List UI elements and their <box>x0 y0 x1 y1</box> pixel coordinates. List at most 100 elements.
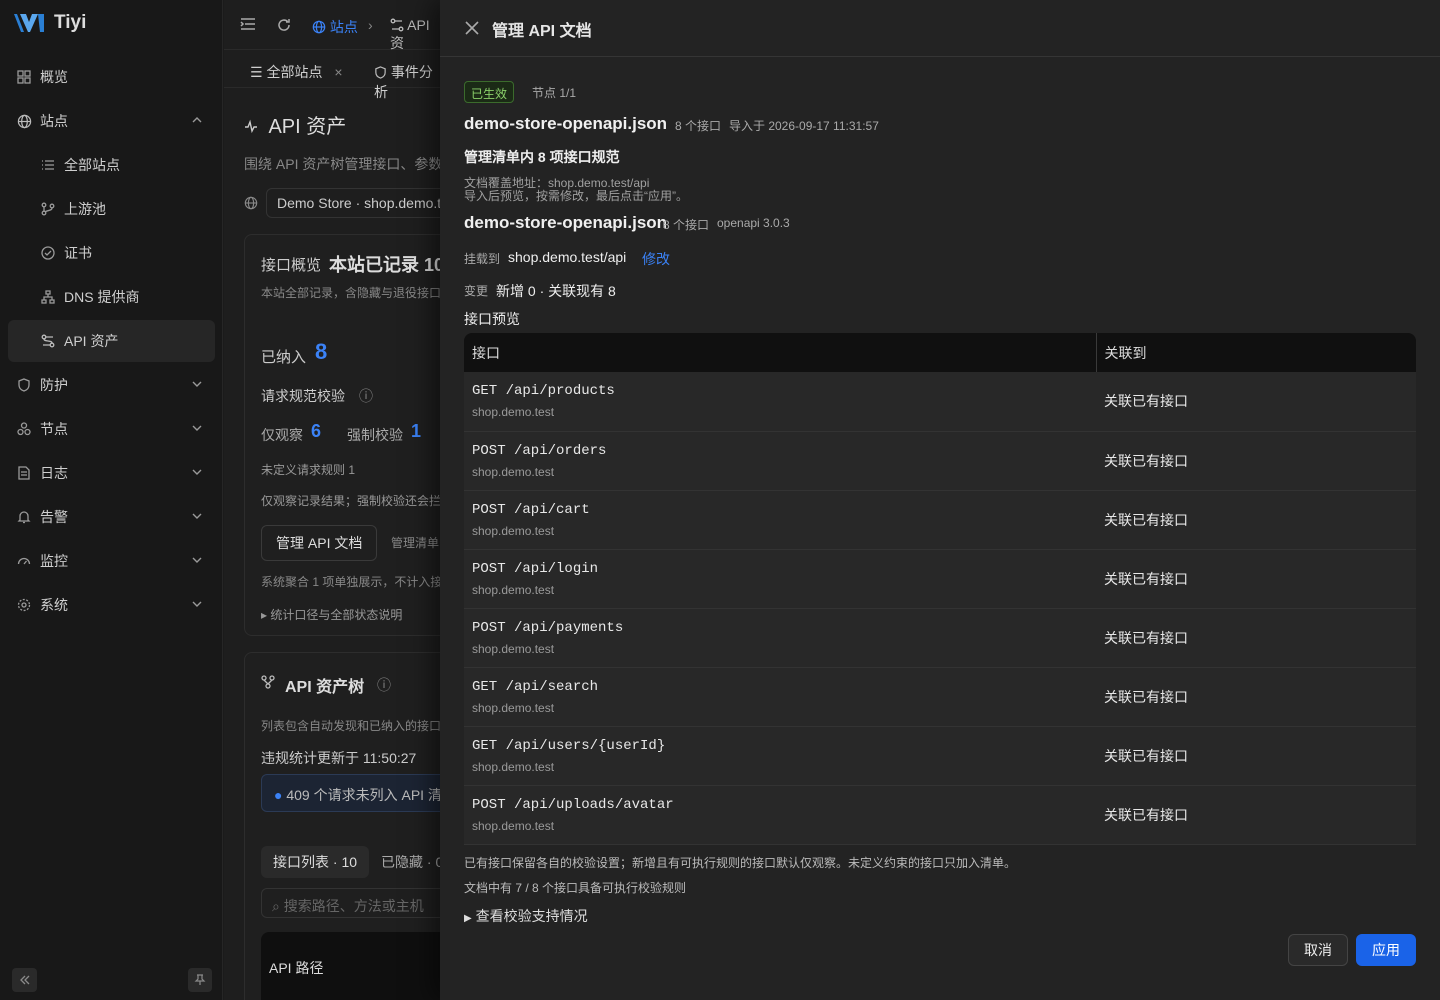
chevron-down-icon <box>192 557 202 563</box>
overview-desc: 本站全部记录，含隐藏与退役接口 <box>261 286 440 300</box>
overview-heading: 本站已记录 10 <box>329 255 440 275</box>
mount-edit-link[interactable]: 修改 <box>642 249 670 269</box>
close-icon[interactable] <box>462 18 482 38</box>
sidebar-item-protection[interactable]: 防护 <box>8 364 215 406</box>
chevron-right-icon: › <box>368 17 373 33</box>
menu-icon[interactable] <box>240 17 256 34</box>
table-row[interactable]: POST /api/payments shop.demo.test 关联已有接口 <box>464 608 1416 668</box>
shield-icon <box>16 377 32 393</box>
col-endpoint: 接口 <box>464 333 1096 372</box>
caret-right-icon: ▶ <box>464 913 472 924</box>
logo-icon <box>14 14 44 32</box>
sidebar-item-nodes[interactable]: 节点 <box>8 408 215 450</box>
page-title-text: API 资产 <box>268 116 347 138</box>
tab-events[interactable]: 事件分析 <box>374 62 440 102</box>
preview-doc-count: 8 个接口 <box>663 218 710 232</box>
tab-all-sites[interactable]: ☰ 全部站点 × <box>250 62 343 82</box>
breadcrumb-api[interactable]: API 资 <box>390 17 440 53</box>
details-toggle-label: 统计口径与全部状态说明 <box>270 608 403 622</box>
top-bar: 站点 › API 资 <box>224 0 440 53</box>
endpoint-preview-table: 接口 关联到 GET /api/products shop.demo.test 关… <box>464 333 1416 845</box>
cancel-button[interactable]: 取消 <box>1288 934 1348 966</box>
table-row[interactable]: POST /api/login shop.demo.test 关联已有接口 <box>464 549 1416 609</box>
tree-icon <box>261 675 275 692</box>
endpoint-host: shop.demo.test <box>472 641 555 656</box>
chevron-up-icon <box>192 117 202 123</box>
col-api-path: API 路径 <box>261 932 440 1000</box>
endpoint-path: POST /api/orders <box>472 442 607 459</box>
help-icon[interactable]: ⓘ <box>377 675 391 695</box>
app-logo[interactable]: Tiyi <box>12 10 86 36</box>
sidebar-item-api-assets[interactable]: API 资产 <box>8 320 215 362</box>
mount-value: shop.demo.test/api <box>508 249 627 265</box>
gear-icon <box>16 597 32 613</box>
table-row[interactable]: POST /api/cart shop.demo.test 关联已有接口 <box>464 490 1416 550</box>
collapse-sidebar-button[interactable] <box>12 968 37 992</box>
pin-sidebar-button[interactable] <box>188 968 212 992</box>
table-row[interactable]: GET /api/search shop.demo.test 关联已有接口 <box>464 667 1416 727</box>
endpoint-host: shop.demo.test <box>472 523 555 538</box>
sidebar-item-all-sites[interactable]: 全部站点 <box>8 144 215 186</box>
sidebar-item-sites[interactable]: 站点 <box>8 100 215 142</box>
sidebar-item-label: 日志 <box>40 465 68 481</box>
table-row[interactable]: POST /api/orders shop.demo.test 关联已有接口 <box>464 431 1416 491</box>
help-icon[interactable]: ⓘ <box>359 386 373 406</box>
sidebar-item-label: API 资产 <box>64 333 119 349</box>
close-icon[interactable]: × <box>334 64 342 80</box>
breadcrumb-sites[interactable]: 站点 <box>312 17 358 37</box>
sidebar-item-logs[interactable]: 日志 <box>8 452 215 494</box>
tab-hidden[interactable]: 已隐藏 · 0 <box>381 852 440 872</box>
preview-title: 接口预览 <box>464 311 520 327</box>
change-value: 新增 0 · 关联现有 8 <box>496 283 616 299</box>
list-icon <box>40 157 56 173</box>
sidebar-item-monitor[interactable]: 监控 <box>8 540 215 582</box>
doc-count: 8 个接口 <box>675 119 722 133</box>
sidebar-item-dns[interactable]: DNS 提供商 <box>8 276 215 318</box>
footer-note: 已有接口保留各自的校验设置；新增且有可执行规则的接口默认仅观察。未定义约束的接口… <box>464 856 1017 870</box>
details-toggle[interactable]: ▸ 统计口径与全部状态说明 <box>261 606 402 623</box>
enforce-value: 1 <box>411 421 422 441</box>
observe-label: 仅观察 <box>261 427 303 443</box>
table-row[interactable]: POST /api/uploads/avatar shop.demo.test 关… <box>464 785 1416 845</box>
sidebar-item-label: 告警 <box>40 509 68 525</box>
support-toggle[interactable]: ▶ 查看校验支持情况 <box>464 906 588 926</box>
refresh-icon[interactable] <box>276 17 292 36</box>
included-value: 8 <box>315 339 328 364</box>
sidebar-item-system[interactable]: 系统 <box>8 584 215 626</box>
gauge-icon <box>16 553 32 569</box>
manage-api-docs-button[interactable]: 管理 API 文档 <box>261 525 378 561</box>
endpoint-host: shop.demo.test <box>472 464 555 479</box>
nodes-icon <box>16 421 32 437</box>
sidebar: Tiyi 概览 站点 全部站点 上游池 证书 DNS 提供商 API 资产 防护… <box>0 0 223 1000</box>
sidebar-item-label: 站点 <box>40 113 68 129</box>
search-input[interactable]: ⌕ 搜索路径、方法或主机 <box>261 888 440 918</box>
pin-icon <box>194 974 206 985</box>
apply-button[interactable]: 应用 <box>1356 934 1416 966</box>
sidebar-item-label: 防护 <box>40 377 68 393</box>
dashboard-icon <box>16 69 32 85</box>
doc-name: demo-store-openapi.json <box>464 114 668 133</box>
bell-icon <box>16 509 32 525</box>
sidebar-item-certs[interactable]: 证书 <box>8 232 215 274</box>
endpoint-link: 关联已有接口 <box>1104 570 1188 587</box>
notice-text: 409 个请求未列入 API 清单 <box>286 787 440 803</box>
tab-endpoint-list[interactable]: 接口列表 · 10 <box>261 846 370 878</box>
sidebar-item-alerts[interactable]: 告警 <box>8 496 215 538</box>
table-row[interactable]: GET /api/users/{userId} shop.demo.test 关联… <box>464 726 1416 786</box>
table-row[interactable]: GET /api/products shop.demo.test 关联已有接口 <box>464 372 1416 432</box>
api-icon <box>40 333 56 349</box>
sidebar-item-label: 监控 <box>40 553 68 569</box>
undefined-rules: 未定义请求规则 1 <box>261 463 356 477</box>
tree-title: API 资产树 <box>285 679 365 696</box>
sidebar-item-upstream[interactable]: 上游池 <box>8 188 215 230</box>
node-indicator: 节点 1/1 <box>532 86 577 100</box>
sidebar-item-label: 全部站点 <box>64 157 120 173</box>
page-subtitle: 围绕 API 资产树管理接口、参数 <box>244 156 440 172</box>
endpoint-path: POST /api/payments <box>472 619 624 636</box>
endpoint-link: 关联已有接口 <box>1104 511 1188 528</box>
site-select[interactable]: Demo Store · shop.demo.test <box>266 188 440 218</box>
endpoint-path: POST /api/login <box>472 560 599 577</box>
sidebar-item-overview[interactable]: 概览 <box>8 56 215 98</box>
sidebar-item-label: 证书 <box>64 245 92 261</box>
table-header-row: 接口 关联到 <box>464 333 1416 372</box>
